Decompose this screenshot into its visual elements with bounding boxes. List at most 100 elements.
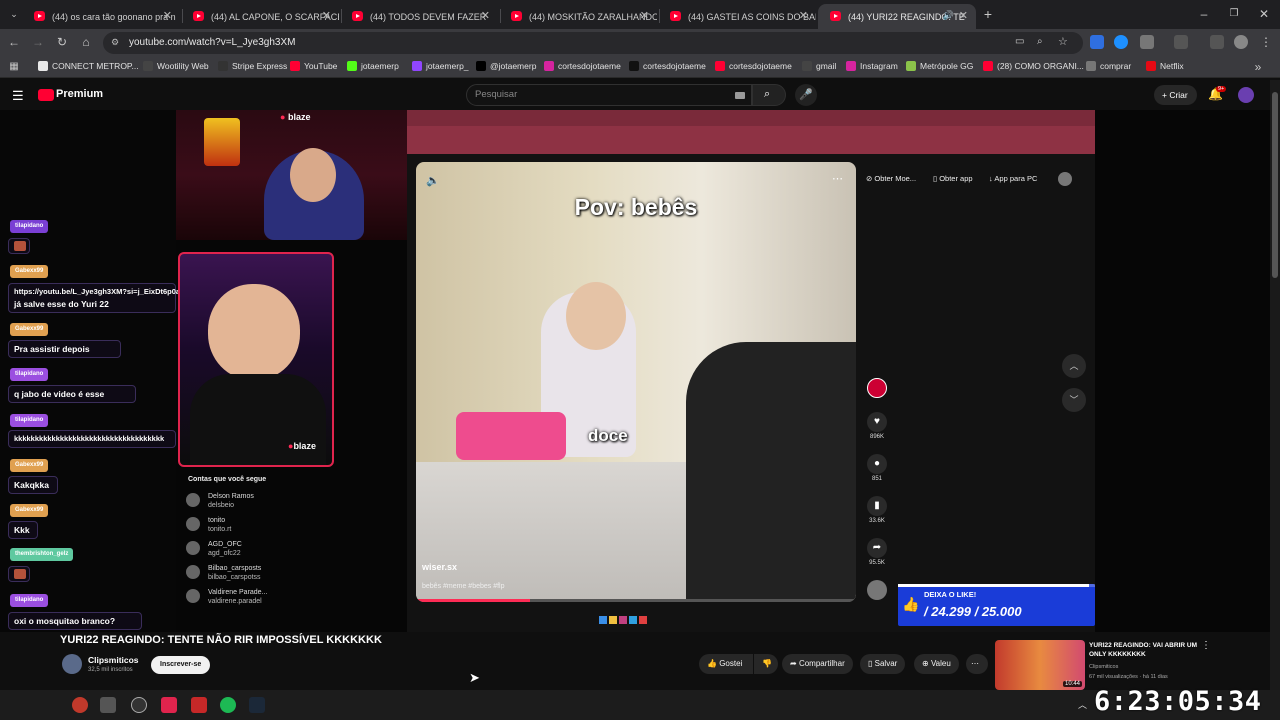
chat-username-badge[interactable]: Gabexx99 bbox=[10, 265, 49, 278]
bookmark-item[interactable]: CONNECT METROP... bbox=[38, 61, 139, 71]
more-options-icon[interactable]: ⋯ bbox=[832, 172, 843, 185]
taskbar-app-icon[interactable] bbox=[72, 697, 88, 713]
zoom-icon[interactable]: ⌕ bbox=[1037, 36, 1043, 47]
tab-5[interactable]: (44) GASTEI AS COINS DO BAN ✕ bbox=[658, 4, 816, 29]
share-action[interactable]: ➦ 95.5K bbox=[867, 538, 887, 566]
extension-icon[interactable] bbox=[1090, 35, 1104, 49]
new-tab-icon[interactable]: + bbox=[980, 6, 996, 22]
taskbar-app-icon[interactable] bbox=[191, 697, 207, 713]
youtube-logo-text[interactable]: Premium bbox=[56, 88, 103, 100]
search-button[interactable]: ⌕ bbox=[752, 84, 786, 106]
bookmark-item[interactable]: gmail bbox=[802, 61, 836, 71]
bookmark-star-icon[interactable]: ☆ bbox=[1058, 35, 1068, 48]
url-text[interactable]: youtube.com/watch?v=L_Jye3gh3XM bbox=[129, 37, 296, 48]
thanks-button[interactable]: ⊕ Valeu bbox=[914, 654, 959, 674]
hamburger-menu-icon[interactable]: ☰ bbox=[12, 88, 24, 104]
bookmark-item[interactable]: @jotaemerp bbox=[476, 61, 536, 71]
next-video-button[interactable]: ﹀ bbox=[1062, 388, 1086, 412]
tiktok-video[interactable]: Pov: bebês doce 🔈 ⋯ wiser.sx bebês #meme… bbox=[416, 162, 856, 602]
video-player[interactable]: tilapidano Gabexx99 https://youtu.be/L_Jye… bbox=[0, 110, 1270, 632]
maximize-icon[interactable]: ❐ bbox=[1226, 6, 1242, 22]
keyboard-icon[interactable] bbox=[735, 92, 745, 99]
recommended-thumbnail[interactable]: 10:44 bbox=[995, 640, 1085, 690]
subscribe-button[interactable]: Inscrever-se bbox=[151, 656, 211, 674]
previous-video-button[interactable]: ︿ bbox=[1062, 354, 1086, 378]
close-tab-icon[interactable]: ✕ bbox=[481, 9, 490, 22]
tiktok-profile-avatar[interactable] bbox=[1058, 172, 1072, 186]
bookmark-item[interactable]: cortesdojotaeme bbox=[715, 61, 792, 71]
chat-username-badge[interactable]: Gabexx99 bbox=[10, 323, 49, 336]
mute-icon[interactable]: 🔈 bbox=[426, 174, 440, 187]
bookmark-item[interactable]: cortesdojotaeme bbox=[544, 61, 621, 71]
extension-icon[interactable] bbox=[1114, 35, 1128, 49]
close-tab-icon[interactable]: ✕ bbox=[799, 9, 808, 22]
tab-2[interactable]: (44) AL CAPONE, O SCARFACE ✕ bbox=[181, 4, 339, 29]
chat-username-badge[interactable]: tilapidano bbox=[10, 368, 49, 381]
reading-list-icon[interactable] bbox=[1210, 35, 1224, 49]
bookmark-item[interactable]: cortesdojotaeme bbox=[629, 61, 706, 71]
tiktok-chip-get-app[interactable]: ▯ Obter app bbox=[933, 174, 973, 183]
tab-1[interactable]: (44) os cara tão goonano pra n ✕ bbox=[22, 4, 180, 29]
profile-avatar-icon[interactable] bbox=[1234, 35, 1248, 49]
bookmark-item[interactable]: jotaemerp_ bbox=[412, 61, 469, 71]
close-tab-icon[interactable]: ✕ bbox=[322, 9, 331, 22]
chat-username-badge[interactable]: Gabexx99 bbox=[10, 504, 49, 517]
home-icon[interactable]: ⌂ bbox=[78, 34, 94, 50]
youtube-logo-icon[interactable] bbox=[38, 89, 54, 101]
reload-icon[interactable]: ↻ bbox=[54, 34, 70, 50]
recommended-title[interactable]: YURI22 REAGINDO: VAI ABRIR UM ONLY KKKKK… bbox=[1089, 641, 1199, 659]
tab-6-active[interactable]: (44) YURI22 REAGINDO: TE 🔊 ✕ bbox=[818, 4, 976, 29]
create-button[interactable]: + Criar bbox=[1154, 85, 1197, 105]
cast-icon[interactable]: ▭ bbox=[1015, 36, 1024, 47]
bookmark-item[interactable]: Wootility Web bbox=[143, 61, 209, 71]
more-actions-button[interactable]: ⋯ bbox=[966, 654, 988, 674]
chat-username-badge[interactable]: Gabexx99 bbox=[10, 459, 49, 472]
chat-username-badge[interactable]: tilapidano bbox=[10, 414, 49, 427]
close-tab-icon[interactable]: ✕ bbox=[959, 9, 968, 22]
taskbar-app-icon[interactable] bbox=[100, 697, 116, 713]
channel-avatar[interactable] bbox=[62, 654, 82, 674]
bookmark-item[interactable]: jotaemerp bbox=[347, 61, 399, 71]
bookmark-item[interactable]: (28) COMO ORGANI... bbox=[983, 61, 1084, 71]
bookmark-item[interactable]: comprar bbox=[1086, 61, 1131, 71]
search-box[interactable]: Pesquisar bbox=[466, 84, 752, 106]
video-author[interactable]: wiser.sx bbox=[422, 562, 457, 572]
taskbar-app-icon[interactable] bbox=[161, 697, 177, 713]
taskbar-app-icon[interactable] bbox=[131, 697, 147, 713]
save-action[interactable]: ▮ 33.6K bbox=[867, 496, 887, 524]
audio-playing-icon[interactable]: 🔊 bbox=[943, 10, 954, 21]
comment-action[interactable]: ● 851 bbox=[867, 454, 887, 482]
close-tab-icon[interactable]: ✕ bbox=[640, 9, 649, 22]
steam-icon[interactable] bbox=[249, 697, 265, 713]
chat-username-badge[interactable]: tilapidano bbox=[10, 594, 49, 607]
channel-name[interactable]: Clipsmiticos bbox=[88, 655, 139, 665]
more-bookmarks-icon[interactable]: » bbox=[1250, 59, 1266, 75]
tab-3[interactable]: (44) TODOS DEVEM FAZER ✕ bbox=[340, 4, 498, 29]
tab-4[interactable]: (44) MOSKITÃO ZARALHANDO ✕ bbox=[499, 4, 657, 29]
back-icon[interactable]: ← bbox=[6, 34, 22, 50]
tab-search-icon[interactable]: ⌄ bbox=[6, 6, 22, 22]
voice-search-icon[interactable]: 🎤 bbox=[795, 84, 817, 106]
downloads-icon[interactable] bbox=[1174, 35, 1188, 49]
recommended-channel[interactable]: Clipsmiticos bbox=[1089, 664, 1118, 670]
spotify-icon[interactable] bbox=[220, 697, 236, 713]
bookmark-item[interactable]: YouTube bbox=[290, 61, 337, 71]
bookmark-item[interactable]: Metrópole GG bbox=[906, 61, 973, 71]
chat-username-badge[interactable]: thembrishton_gelz bbox=[10, 548, 74, 561]
dislike-button[interactable]: 👎 bbox=[754, 654, 778, 674]
site-info-icon[interactable]: ⚙ bbox=[111, 37, 119, 48]
bookmark-item[interactable]: Instagram bbox=[846, 61, 898, 71]
scrollbar-thumb[interactable] bbox=[1272, 92, 1278, 278]
browser-menu-icon[interactable]: ⋮ bbox=[1258, 34, 1274, 50]
minimize-icon[interactable]: – bbox=[1196, 6, 1212, 22]
page-scrollbar[interactable] bbox=[1270, 80, 1280, 690]
share-button[interactable]: ➦ Compartilhar bbox=[782, 654, 853, 674]
tiktok-chip-get-coins[interactable]: ⊘ Obter Moe... bbox=[866, 174, 916, 183]
bookmark-item[interactable]: Netflix bbox=[1146, 61, 1184, 71]
video-progress-track[interactable] bbox=[416, 599, 856, 602]
extensions-puzzle-icon[interactable] bbox=[1140, 35, 1154, 49]
save-button[interactable]: ▯ Salvar bbox=[860, 654, 906, 674]
window-close-icon[interactable]: ✕ bbox=[1256, 6, 1272, 22]
creator-avatar[interactable] bbox=[867, 378, 887, 398]
account-avatar[interactable] bbox=[1238, 87, 1254, 103]
